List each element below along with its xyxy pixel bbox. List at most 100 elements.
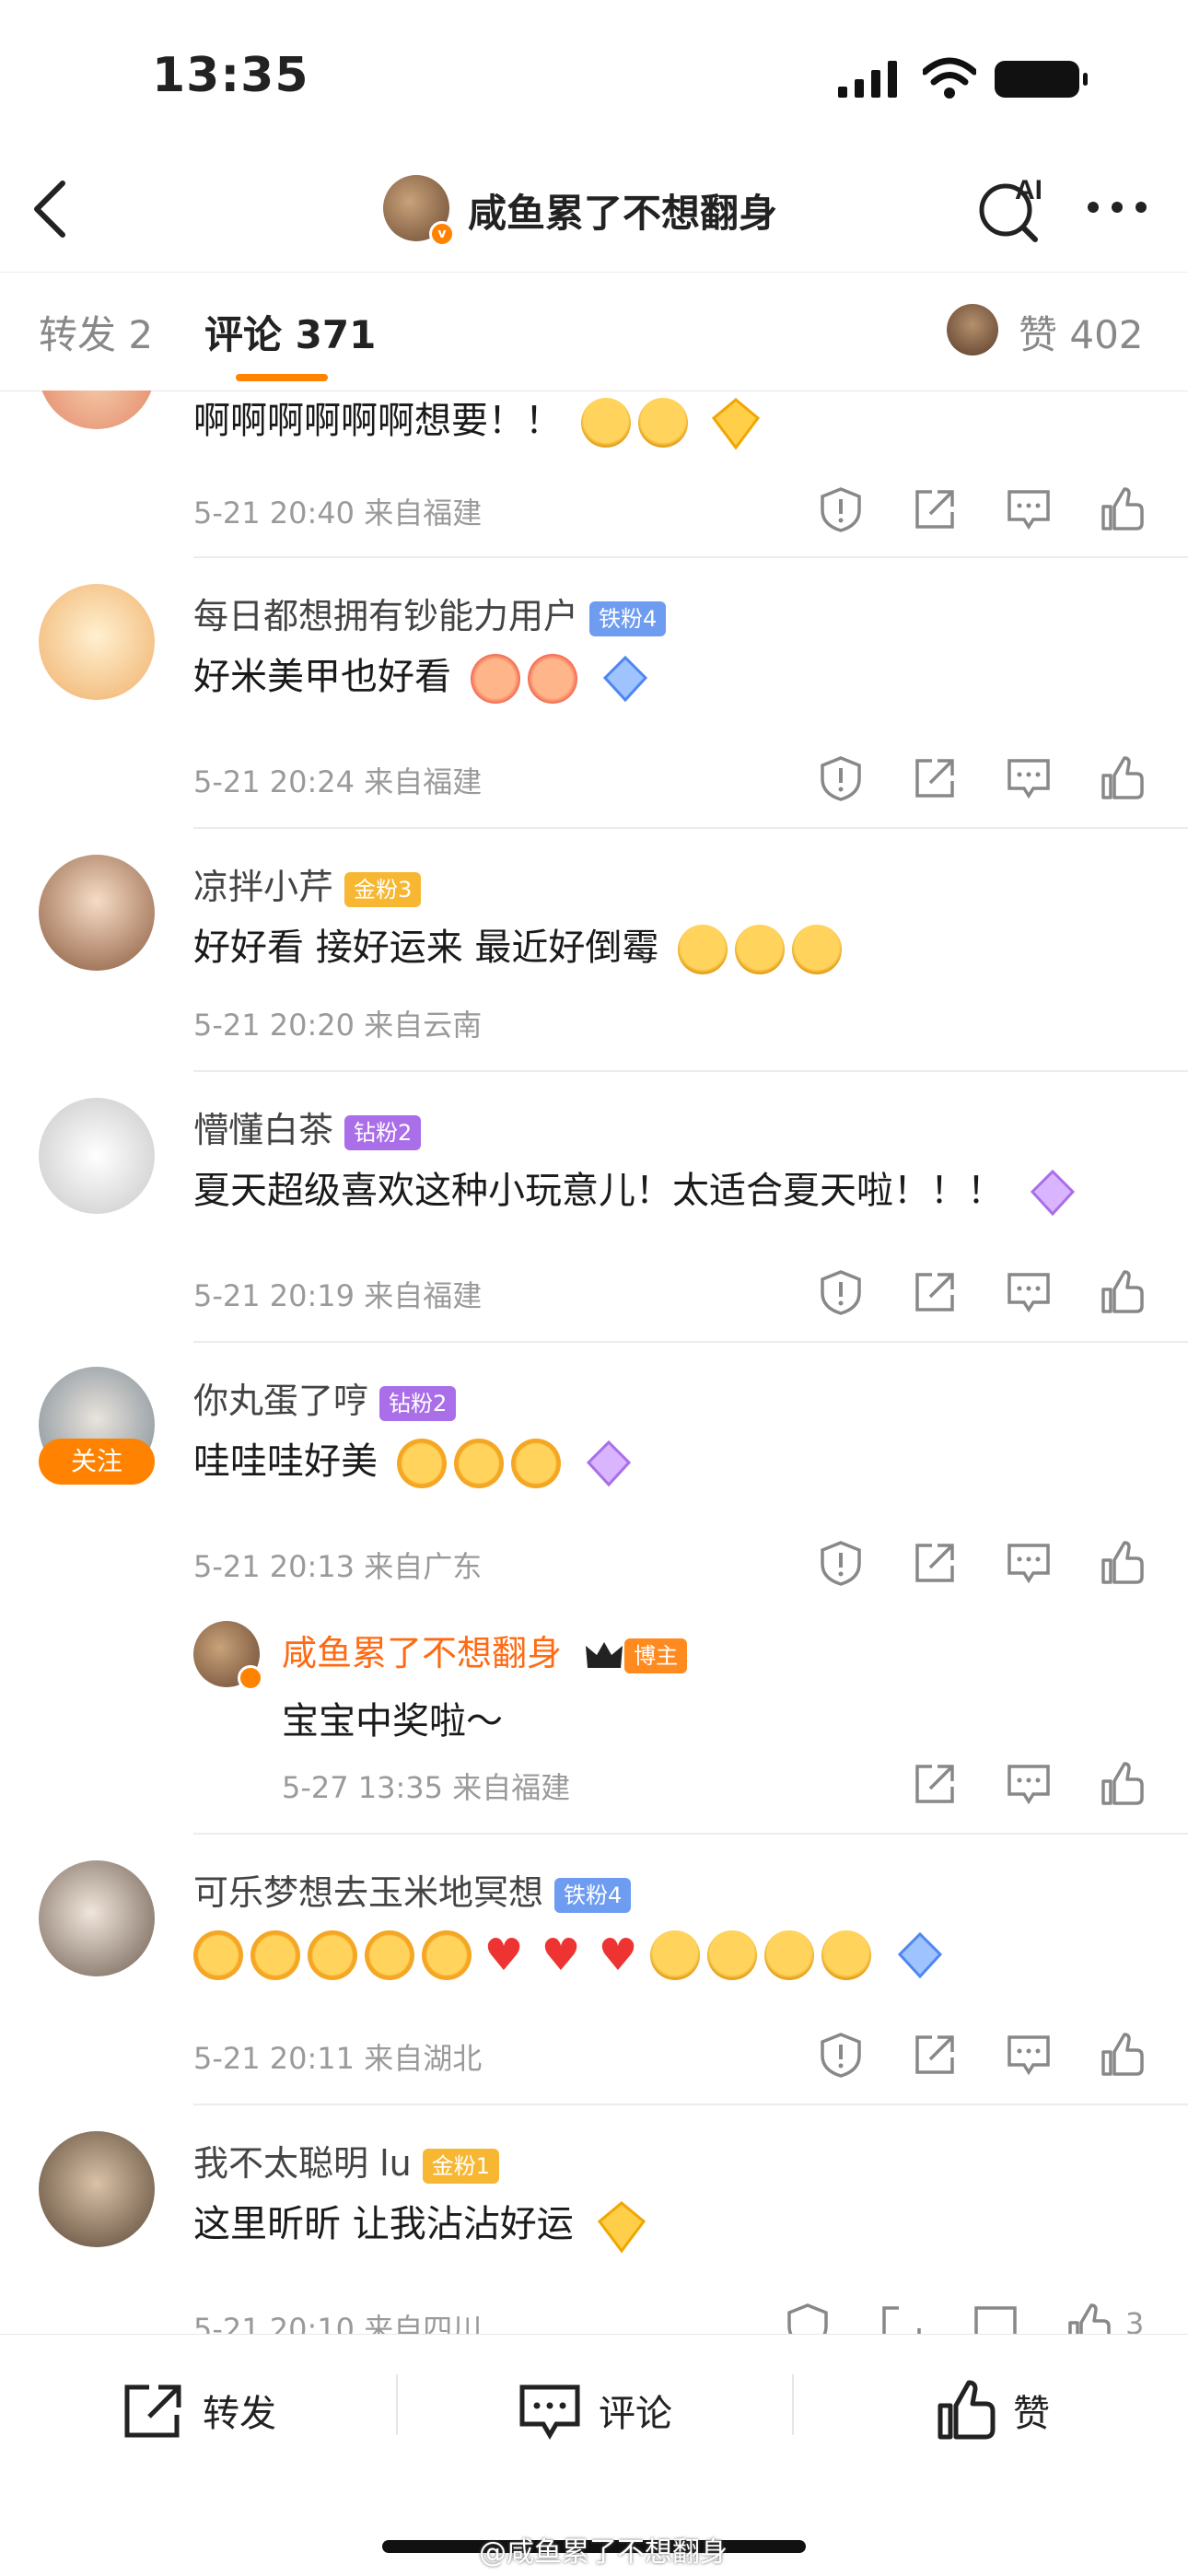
comment-avatar[interactable]	[39, 584, 155, 700]
comment-username[interactable]: 凉拌小芹 金粉3	[193, 858, 422, 909]
like-button[interactable]: 赞	[1013, 2384, 1050, 2437]
sun-emoji-icon	[396, 1439, 447, 1488]
username-text: 你丸蛋了哼	[193, 1381, 369, 1421]
cry-emoji-icon	[580, 398, 631, 448]
comment-text: 好米美甲也好看	[193, 647, 662, 711]
share-icon[interactable]	[879, 2302, 925, 2334]
comment-meta: 5-21 20:19 来自福建	[193, 1278, 483, 1313]
fan-badge: 金粉1	[422, 2148, 500, 2184]
divider	[792, 2374, 794, 2435]
report-icon[interactable]	[785, 2302, 831, 2334]
comment-icon[interactable]	[1006, 1540, 1052, 1586]
username-text: 凉拌小芹	[193, 867, 334, 907]
pig-emoji-icon	[470, 654, 520, 704]
report-icon[interactable]	[818, 1269, 864, 1315]
share-icon[interactable]	[912, 486, 958, 532]
comment-text-content: 好好看 接好运来 最近好倒霉	[193, 927, 659, 969]
comment-username[interactable]: 你丸蛋了哼 钻粉2	[193, 1372, 457, 1423]
divider	[193, 2104, 1188, 2105]
tab-bar	[0, 272, 1188, 391]
fan-badge: 铁粉4	[554, 1877, 632, 1913]
like-icon[interactable]	[936, 2380, 998, 2441]
crying-emoji-icon	[821, 1930, 871, 1980]
comment-avatar[interactable]	[39, 2131, 155, 2247]
comment-username[interactable]: 每日都想拥有钞能力用户 铁粉4	[193, 588, 667, 638]
share-icon[interactable]	[912, 2032, 958, 2078]
comment-text-content: 夏天超级喜欢这种小玩意儿！太适合夏天啦！！！	[193, 1170, 1004, 1212]
ai-label: AI	[1015, 175, 1042, 205]
heart-emoji-icon: ♥	[483, 1929, 524, 1981]
share-icon[interactable]	[912, 1761, 958, 1807]
comment-list[interactable]: 啊啊啊啊啊啊想要！！ 5-21 20:40 来自福建 每日都想拥有钞能力用户 铁粉…	[0, 390, 1188, 2334]
report-icon[interactable]	[818, 755, 864, 801]
author-badge: 博主	[624, 1638, 688, 1673]
comment-text-content: 哇哇哇好美	[193, 1440, 378, 1483]
like-icon[interactable]	[1100, 486, 1146, 532]
comment-avatar[interactable]	[39, 390, 155, 429]
more-options-icon[interactable]	[1087, 201, 1147, 214]
share-icon[interactable]	[912, 1540, 958, 1586]
fan-badge: 铁粉4	[589, 600, 667, 636]
repost-button[interactable]: 转发	[203, 2384, 276, 2437]
status-time: 13:35	[152, 48, 309, 103]
ai-search-icon[interactable]: AI	[976, 171, 1050, 245]
fan-badge: 金粉3	[344, 871, 422, 907]
like-icon[interactable]	[1100, 2032, 1146, 2078]
comment-text: 夏天超级喜欢这种小玩意儿！太适合夏天啦！！！	[193, 1160, 1089, 1225]
tab-like[interactable]: 赞 402	[1019, 304, 1144, 360]
divider	[193, 556, 1188, 558]
report-icon[interactable]	[818, 1540, 864, 1586]
fan-badge: 钻粉2	[379, 1385, 457, 1421]
like-icon[interactable]	[1100, 1761, 1146, 1807]
comment-username[interactable]: 懵懂白茶 钻粉2	[193, 1102, 422, 1152]
report-icon[interactable]	[818, 2032, 864, 2078]
reply-meta: 5-27 13:35 来自福建	[282, 1770, 571, 1805]
comment-username[interactable]: 可乐梦想去玉米地冥想 铁粉4	[193, 1864, 632, 1915]
username-text: 可乐梦想去玉米地冥想	[193, 1872, 544, 1913]
share-icon[interactable]	[912, 1269, 958, 1315]
tab-comment[interactable]: 评论 371	[204, 304, 376, 360]
comment-icon[interactable]	[1006, 1269, 1052, 1315]
like-icon[interactable]	[1066, 2302, 1112, 2334]
page-title[interactable]: 咸鱼累了不想翻身	[468, 182, 777, 239]
comment-icon[interactable]	[1006, 486, 1052, 532]
report-icon[interactable]	[818, 486, 864, 532]
divider	[193, 1341, 1188, 1343]
liker-avatar	[947, 304, 998, 356]
verified-badge-icon	[238, 1665, 263, 1691]
pig-emoji-icon	[527, 654, 577, 704]
tab-repost[interactable]: 转发 2	[39, 304, 153, 360]
like-icon[interactable]	[1100, 1269, 1146, 1315]
comment-meta: 5-21 20:24 来自福建	[193, 764, 483, 799]
comment-icon[interactable]	[1006, 2032, 1052, 2078]
like-icon[interactable]	[1100, 1540, 1146, 1586]
comment-username[interactable]: 我不太聪明 lu 金粉1	[193, 2135, 500, 2186]
reply-username[interactable]: 咸鱼累了不想翻身 博主	[282, 1625, 688, 1675]
wifi-icon	[923, 57, 976, 99]
comment-text: 这里昕昕 让我沾沾好运	[193, 2194, 658, 2258]
crying-emoji-icon	[650, 1930, 700, 1980]
comment-icon[interactable]	[1006, 755, 1052, 801]
comment-button[interactable]: 评论	[599, 2384, 672, 2437]
back-arrow-icon[interactable]	[29, 180, 70, 239]
comment-avatar[interactable]	[39, 1860, 155, 1976]
follow-button[interactable]: 关注	[39, 1439, 155, 1485]
like-count: 3	[1125, 2306, 1145, 2334]
username-text: 每日都想拥有钞能力用户	[193, 596, 579, 636]
divider	[193, 827, 1188, 829]
repost-icon[interactable]	[122, 2382, 186, 2441]
sun-emoji-icon	[510, 1439, 561, 1488]
comment-avatar[interactable]	[39, 1098, 155, 1214]
comment-icon[interactable]	[518, 2382, 582, 2441]
gold-gem-icon	[598, 2201, 646, 2254]
comment-avatar[interactable]	[39, 855, 155, 971]
divider	[193, 1070, 1188, 1072]
like-icon[interactable]	[1100, 755, 1146, 801]
share-icon[interactable]	[912, 755, 958, 801]
heart-emoji-icon: ♥	[598, 1929, 638, 1981]
gold-gem-icon	[712, 398, 761, 450]
comment-icon[interactable]	[973, 2302, 1019, 2334]
comment-icon[interactable]	[1006, 1761, 1052, 1807]
cry-emoji-icon	[637, 398, 688, 448]
crying-emoji-icon	[792, 925, 843, 974]
